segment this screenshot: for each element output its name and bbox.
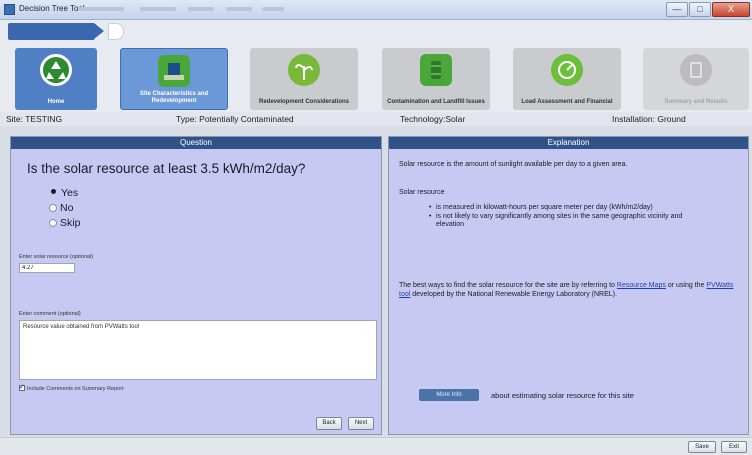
breadcrumb-home[interactable] [8, 23, 94, 40]
tile-summary: Summary and Results [643, 48, 749, 110]
barrel-icon [420, 54, 452, 86]
meter-icon [551, 54, 583, 86]
window-titlebar: Decision Tree Tool — □ X [0, 0, 752, 20]
include-comments-label: Include Comments on Summary Report [27, 386, 124, 392]
site-info-bar: Site: TESTING Type: Potentially Contamin… [0, 112, 752, 126]
tile-redevelopment-considerations[interactable]: Redevelopment Considerations [250, 48, 358, 110]
more-info-text: about estimating solar resource for this… [491, 391, 634, 400]
explanation-paragraph: The best ways to find the solar resource… [399, 282, 744, 299]
back-button[interactable]: Back [316, 417, 342, 430]
site-technology: Technology:Solar [400, 114, 466, 124]
option-yes[interactable]: Yes [49, 187, 78, 199]
exit-button[interactable]: Exit [721, 441, 747, 453]
tile-summary-label: Summary and Results [664, 99, 728, 105]
app-icon [4, 4, 15, 15]
tile-redevelopment-label: Redevelopment Considerations [258, 99, 350, 105]
option-skip[interactable]: Skip [49, 217, 80, 229]
solar-resource-label: Enter solar resource (optional) [19, 254, 93, 260]
tile-load-assessment[interactable]: Load Assessment and Financial [513, 48, 621, 110]
explanation-intro: Solar resource is the amount of sunlight… [399, 161, 628, 168]
breadcrumb [0, 20, 752, 44]
bullet-item: is measured in kilowatt-hours per square… [429, 204, 709, 213]
plant-icon [288, 54, 320, 86]
recycle-icon [40, 54, 72, 86]
blurred-menu-3 [188, 7, 214, 11]
summary-glyph [690, 62, 702, 78]
next-button[interactable]: Next [348, 417, 374, 430]
option-skip-label: Skip [60, 217, 81, 229]
radio-skip[interactable] [49, 219, 57, 227]
tile-site-characteristics-label: Site Characteristics and Redevelopment [139, 91, 209, 104]
tile-contamination-label: Contamination and Landfill Issues [387, 99, 485, 105]
para-before: The best ways to find the solar resource… [399, 282, 615, 289]
site-name: Site: TESTING [6, 114, 63, 124]
blurred-menu-4 [226, 7, 252, 11]
meter-glyph [558, 61, 576, 79]
option-no-label: No [60, 202, 74, 214]
breadcrumb-current[interactable] [108, 23, 124, 40]
radio-yes[interactable] [51, 189, 56, 194]
question-panel: Question Is the solar resource at least … [10, 136, 382, 435]
blurred-menu-5 [262, 7, 284, 11]
para-mid: or using the [667, 282, 705, 289]
option-yes-label: Yes [61, 187, 79, 199]
tile-home[interactable]: Home [15, 48, 97, 110]
solar-resource-input[interactable] [19, 263, 75, 273]
save-button[interactable]: Save [688, 441, 716, 453]
checkbox-checked-icon[interactable] [19, 383, 25, 391]
tile-home-label: Home [47, 99, 65, 105]
blurred-menu-1 [78, 7, 124, 11]
tile-load-assessment-label: Load Assessment and Financial [521, 99, 613, 105]
question-text: Is the solar resource at least 3.5 kWh/m… [27, 161, 306, 176]
tile-site-characteristics[interactable]: Site Characteristics and Redevelopment [120, 48, 228, 110]
breadcrumb-arrow [94, 23, 104, 39]
comment-textarea[interactable]: Resource value obtained from PVWatts too… [19, 320, 377, 380]
site-type: Type: Potentially Contaminated [176, 114, 294, 124]
plant-glyph [295, 64, 313, 80]
footer-bar: Save Exit [0, 437, 752, 455]
para-after: developed by the National Renewable Ener… [412, 290, 617, 298]
explanation-header: Explanation [389, 137, 748, 149]
question-header: Question [11, 137, 381, 149]
explanation-bullets: is measured in kilowatt-hours per square… [429, 204, 709, 230]
more-info-button[interactable]: More Info [419, 389, 479, 401]
site-installation: Installation: Ground [612, 114, 686, 124]
option-no[interactable]: No [49, 202, 73, 214]
building-icon [158, 55, 190, 87]
tile-contamination[interactable]: Contamination and Landfill Issues [382, 48, 490, 110]
blurred-menu-2 [140, 7, 176, 11]
step-navigation: Home Site Characteristics and Redevelopm… [0, 44, 752, 112]
explanation-panel: Explanation Solar resource is the amount… [388, 136, 749, 435]
building-glyph [164, 63, 184, 80]
maximize-button[interactable]: □ [689, 2, 711, 17]
summary-icon [680, 54, 712, 86]
comment-label: Enter comment (optional) [19, 311, 81, 317]
include-comments-checkbox[interactable]: Include Comments on Summary Report [19, 383, 124, 392]
barrel-glyph [431, 61, 441, 79]
minimize-button[interactable]: — [666, 2, 688, 17]
close-button[interactable]: X [712, 2, 750, 17]
window-title: Decision Tree Tool [19, 4, 85, 13]
bullet-item: is not likely to vary significantly amon… [429, 213, 709, 230]
explanation-subheading: Solar resource [399, 189, 445, 196]
recycle-glyph [46, 61, 66, 79]
radio-no[interactable] [49, 204, 57, 212]
resource-maps-link[interactable]: Resource Maps [617, 282, 666, 289]
